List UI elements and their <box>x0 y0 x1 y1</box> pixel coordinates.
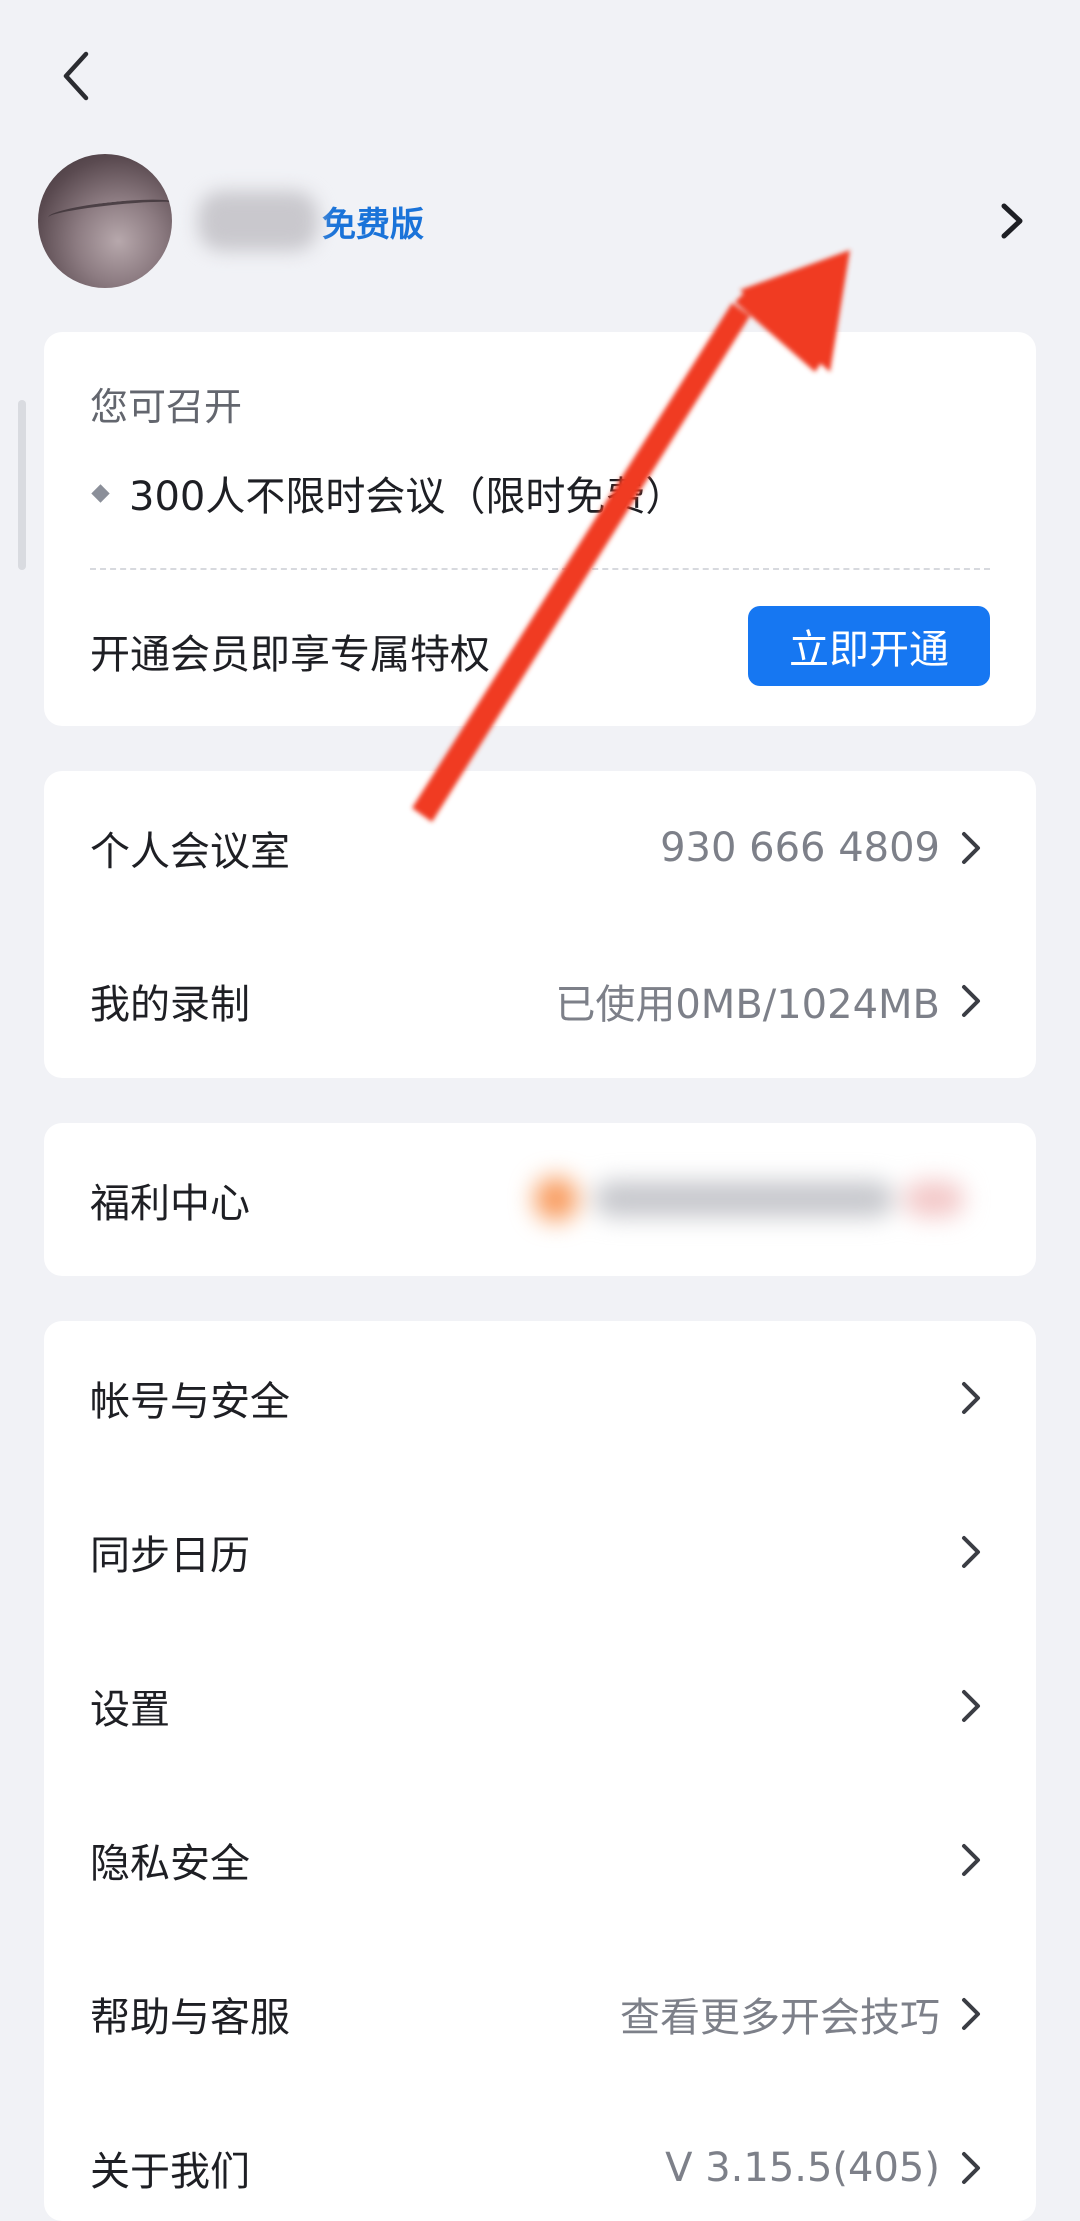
help-tips-value: 查看更多开会技巧 <box>620 1994 940 2041</box>
chevron-right-icon[interactable] <box>990 198 1036 244</box>
about-us-row[interactable]: 关于我们 V 3.15.5(405) <box>44 2091 1036 2221</box>
row-label: 关于我们 <box>90 2148 250 2195</box>
version-value: V 3.15.5(405) <box>665 2144 940 2191</box>
my-recordings-row[interactable]: 我的录制 已使用0MB/1024MB <box>44 924 1036 1077</box>
chevron-right-icon <box>962 1843 980 1876</box>
plan-badge: 免费版 <box>322 204 424 245</box>
welfare-center-card[interactable]: 福利中心 <box>44 1123 1036 1276</box>
row-label: 我的录制 <box>90 981 250 1028</box>
back-button[interactable] <box>44 44 108 108</box>
membership-label: 您可召开 <box>90 385 243 429</box>
chevron-right-icon <box>962 1381 980 1414</box>
membership-promo-text: 开通会员即享专属特权 <box>90 632 490 678</box>
row-label: 帐号与安全 <box>90 1378 290 1425</box>
account-security-row[interactable]: 帐号与安全 <box>44 1321 1036 1474</box>
row-label: 设置 <box>90 1686 170 1733</box>
profile-header[interactable]: 用户 免费版 <box>38 154 1042 288</box>
meeting-card: 个人会议室 930 666 4809 我的录制 已使用0MB/1024MB <box>44 771 1036 1078</box>
scroll-indicator <box>18 400 26 570</box>
row-label: 帮助与客服 <box>90 1994 290 2041</box>
storage-usage-value: 已使用0MB/1024MB <box>555 981 940 1028</box>
chevron-left-icon <box>63 51 89 101</box>
avatar[interactable] <box>38 154 172 288</box>
help-support-row[interactable]: 帮助与客服 查看更多开会技巧 <box>44 1937 1036 2090</box>
chevron-right-icon <box>962 984 980 1017</box>
row-label: 同步日历 <box>90 1532 250 1579</box>
row-label: 隐私安全 <box>90 1840 250 1887</box>
meeting-id-value: 930 666 4809 <box>660 824 940 871</box>
chevron-right-icon <box>962 831 980 864</box>
privacy-security-row[interactable]: 隐私安全 <box>44 1783 1036 1936</box>
sync-calendar-row[interactable]: 同步日历 <box>44 1475 1036 1628</box>
welfare-blurred-content <box>484 1163 1004 1235</box>
row-label: 福利中心 <box>90 1180 250 1227</box>
personal-meeting-room-row[interactable]: 个人会议室 930 666 4809 <box>44 771 1036 924</box>
benefit-item: 300人不限时会议（限时免费） <box>90 464 685 522</box>
chevron-right-icon <box>962 1689 980 1722</box>
row-label: 个人会议室 <box>90 828 290 875</box>
divider <box>90 568 990 570</box>
chevron-right-icon <box>962 1535 980 1568</box>
diamond-bullet-icon <box>91 483 110 503</box>
settings-row[interactable]: 设置 <box>44 1629 1036 1782</box>
activate-membership-button[interactable]: 立即开通 <box>748 606 990 686</box>
username-blurred: 用户 <box>198 191 318 251</box>
benefit-text: 300人不限时会议（限时免费） <box>129 474 686 520</box>
membership-card: 您可召开 300人不限时会议（限时免费） 开通会员即享专属特权 立即开通 <box>44 332 1036 726</box>
settings-card: 帐号与安全 同步日历 设置 隐私安全 帮助与客服 查看更多开会技巧 关于我们 V… <box>44 1321 1036 2221</box>
chevron-right-icon <box>962 1997 980 2030</box>
